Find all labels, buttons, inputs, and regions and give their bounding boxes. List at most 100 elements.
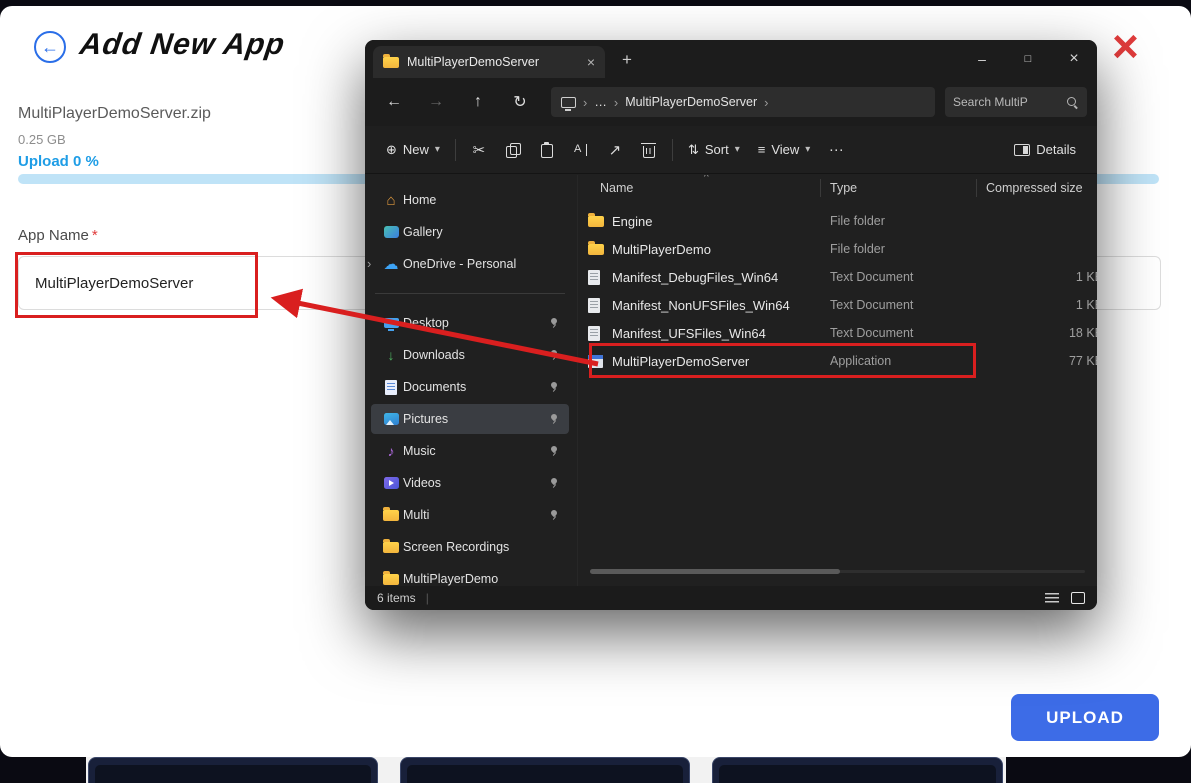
chevron-right-icon[interactable]: › [367,256,371,271]
nav-back-icon[interactable]: ← [377,87,411,117]
application-icon [588,355,603,368]
sidebar-item-videos[interactable]: Videos [371,468,569,498]
sidebar-item-screen-recordings[interactable]: Screen Recordings [371,532,569,562]
back-arrow-icon: ← [41,37,59,58]
text-document-icon [588,326,600,341]
column-header-type[interactable]: Type [830,181,857,195]
file-row-manifest-debugfiles[interactable]: Manifest_DebugFiles_Win64 Text Document … [578,263,1097,291]
paste-button[interactable] [530,134,564,166]
sidebar-item-home[interactable]: ⌂ Home [371,185,569,215]
this-pc-icon[interactable] [561,97,576,108]
nav-up-icon[interactable]: ↑ [461,87,495,117]
view-lines-icon: ≡ [758,142,766,157]
sidebar-item-multi[interactable]: Multi [371,500,569,530]
upload-file-name: MultiPlayerDemoServer.zip [18,105,211,123]
sidebar-item-pictures[interactable]: Pictures [371,404,569,434]
sidebar-item-documents[interactable]: Documents [371,372,569,402]
column-header-compressed-size[interactable]: Compressed size [986,181,1083,195]
explorer-addressbar: ← → ↑ ↻ › … › MultiPlayerDemoServer › Se… [365,78,1097,126]
sidebar-item-label: Documents [403,380,466,394]
details-panel-icon [1014,144,1030,156]
horizontal-scrollbar-thumb[interactable] [590,569,840,574]
file-name: MultiPlayerDemoServer [612,354,749,369]
file-row-multiplayerdemo[interactable]: MultiPlayerDemo File folder [578,235,1097,263]
tab-close-icon[interactable]: × [587,54,595,70]
column-divider[interactable] [820,179,821,197]
view-button[interactable]: ≡ View ▾ [749,136,820,163]
minimize-icon[interactable]: – [959,40,1005,78]
text-document-icon [588,270,600,285]
more-options-button[interactable]: ··· [819,134,853,166]
search-icon [1066,96,1079,109]
music-icon: ♪ [383,443,399,459]
file-row-manifest-nonufsfiles[interactable]: Manifest_NonUFSFiles_Win64 Text Document… [578,291,1097,319]
trash-icon [643,146,655,158]
sidebar-item-onedrive[interactable]: › ☁ OneDrive - Personal [371,249,569,279]
back-button[interactable]: ← [34,31,66,63]
sidebar-item-desktop[interactable]: Desktop [371,308,569,338]
file-type: Text Document [830,326,913,340]
file-size: 77 KB [986,354,1097,368]
sort-button[interactable]: ⇅ Sort ▾ [679,136,749,164]
column-divider[interactable] [976,179,977,197]
breadcrumb-ellipsis[interactable]: … [594,95,607,109]
cut-icon: ✂ [473,141,486,159]
file-explorer-window: MultiPlayerDemoServer × + – □ × ← → ↑ ↻ … [365,40,1097,610]
sidebar-item-gallery[interactable]: Gallery [371,217,569,247]
file-row-multiplayerdemoserver[interactable]: MultiPlayerDemoServer Application 77 KB [578,347,1097,375]
sidebar-item-multiplayerdemo[interactable]: MultiPlayerDemo [371,564,569,586]
share-icon: ↗ [609,141,622,159]
new-button[interactable]: ⊕ New ▾ [377,136,449,164]
new-tab-button[interactable]: + [615,48,639,72]
rename-icon [573,143,589,157]
sidebar-item-music[interactable]: ♪ Music [371,436,569,466]
toolbar-divider [672,139,673,161]
background-card [712,757,1003,783]
file-size: 18 KB [986,326,1097,340]
details-button[interactable]: Details [1005,136,1085,163]
file-type: File folder [830,242,885,256]
sidebar-item-label: Gallery [403,225,443,239]
nav-forward-icon[interactable]: → [419,87,453,117]
close-icon[interactable]: × [1112,24,1139,68]
delete-button[interactable] [632,134,666,166]
sidebar-item-label: OneDrive - Personal [403,257,516,271]
window-close-icon[interactable]: × [1051,40,1097,78]
folder-icon [588,216,604,227]
upload-button[interactable]: UPLOAD [1011,694,1159,741]
file-name: Manifest_DebugFiles_Win64 [612,270,778,285]
file-size: 1 KB [986,270,1097,284]
list-view-icon[interactable] [1045,593,1059,604]
details-label: Details [1036,142,1076,157]
app-name-label: App Name* [18,227,98,244]
paste-icon [541,144,553,158]
file-name: MultiPlayerDemo [612,242,711,257]
sidebar-item-label: Screen Recordings [403,540,509,554]
sidebar-item-label: Music [403,444,436,458]
downloads-icon: ↓ [383,347,399,363]
thumbnail-view-icon[interactable] [1071,592,1085,604]
file-size: 1 KB [986,298,1097,312]
background-card [400,757,690,783]
sidebar-item-downloads[interactable]: ↓ Downloads [371,340,569,370]
breadcrumb-current[interactable]: MultiPlayerDemoServer [625,95,757,109]
nav-refresh-icon[interactable]: ↻ [503,87,537,117]
text-document-icon [588,298,600,313]
background-card [88,757,378,783]
share-button[interactable]: ↗ [598,134,632,166]
sidebar-item-label: Home [403,193,436,207]
file-row-engine[interactable]: Engine File folder [578,207,1097,235]
status-divider: | [426,591,429,605]
sidebar-item-label: Videos [403,476,441,490]
page-title: Add New App [78,28,288,62]
desktop-icon [383,315,399,331]
column-header-name[interactable]: Name [600,181,633,195]
explorer-tab[interactable]: MultiPlayerDemoServer × [373,46,605,78]
explorer-search-input[interactable]: Search MultiP [945,87,1087,117]
maximize-icon[interactable]: □ [1005,40,1051,78]
cut-button[interactable]: ✂ [462,134,496,166]
app-name-label-text: App Name [18,227,89,244]
rename-button[interactable] [564,134,598,166]
file-row-manifest-ufsfiles[interactable]: Manifest_UFSFiles_Win64 Text Document 18… [578,319,1097,347]
copy-button[interactable] [496,134,530,166]
